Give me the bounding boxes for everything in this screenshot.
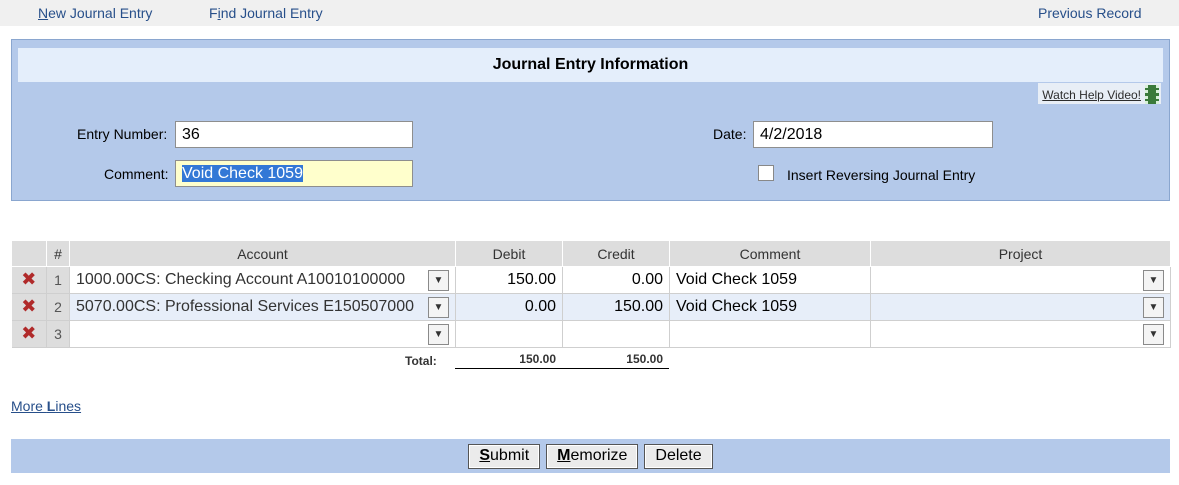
delete-line-button[interactable]: ✖ bbox=[11, 266, 47, 294]
total-credit: 150.00 bbox=[562, 352, 669, 369]
date-field[interactable]: 4/2/2018 bbox=[753, 121, 993, 148]
credit-cell[interactable]: 150.00 bbox=[562, 293, 670, 321]
entry-number-label: Entry Number: bbox=[77, 126, 168, 142]
total-label: Total: bbox=[405, 354, 437, 368]
debit-col-header: Debit bbox=[455, 240, 563, 267]
comment-label: Comment: bbox=[104, 166, 169, 182]
help-video-label: Watch Help Video! bbox=[1042, 87, 1141, 102]
journal-lines-table: # Account Debit Credit Comment Project ✖… bbox=[11, 240, 1171, 348]
account-col-header: Account bbox=[69, 240, 456, 267]
delete-line-button[interactable]: ✖ bbox=[11, 293, 47, 321]
film-icon bbox=[1145, 85, 1159, 104]
entry-number-field[interactable]: 36 bbox=[175, 121, 413, 148]
debit-cell[interactable]: 0.00 bbox=[455, 293, 563, 321]
previous-record-link[interactable]: Previous Record bbox=[1038, 5, 1142, 21]
credit-cell[interactable]: 0.00 bbox=[562, 266, 670, 294]
table-row: ✖ 3 ▼ ▼ bbox=[11, 320, 1171, 348]
table-header-row: # Account Debit Credit Comment Project bbox=[11, 240, 1171, 267]
account-value: 5070.00CS: Professional Services E150507… bbox=[76, 298, 414, 315]
delete-line-button[interactable]: ✖ bbox=[11, 320, 47, 348]
new-journal-entry-link[interactable]: New Journal Entry bbox=[38, 5, 152, 21]
panel-title: Journal Entry Information bbox=[18, 48, 1163, 82]
comment-cell[interactable]: Void Check 1059 bbox=[669, 266, 871, 294]
find-journal-entry-link[interactable]: Find Journal Entry bbox=[209, 5, 323, 21]
line-number: 1 bbox=[46, 266, 70, 294]
credit-cell[interactable] bbox=[562, 320, 670, 348]
reversing-entry-label: Insert Reversing Journal Entry bbox=[787, 167, 976, 183]
reversing-entry-checkbox[interactable] bbox=[758, 165, 774, 181]
watch-help-video-link[interactable]: Watch Help Video! bbox=[1038, 83, 1161, 104]
delete-x-icon: ✖ bbox=[21, 269, 37, 289]
chevron-down-icon[interactable]: ▼ bbox=[1143, 296, 1164, 318]
chevron-down-icon[interactable]: ▼ bbox=[1143, 269, 1164, 291]
submit-button[interactable]: Submit bbox=[468, 443, 541, 469]
comment-field[interactable]: Void Check 1059 bbox=[175, 160, 413, 187]
more-lines-link[interactable]: More Lines bbox=[11, 398, 81, 414]
delete-x-icon: ✖ bbox=[21, 296, 37, 316]
journal-entry-info-panel: Journal Entry Information Watch Help Vid… bbox=[11, 39, 1170, 201]
debit-cell[interactable]: 150.00 bbox=[455, 266, 563, 294]
account-cell[interactable]: 1000.00CS: Checking Account A10010100000… bbox=[69, 266, 456, 294]
top-nav: New Journal Entry Find Journal Entry Pre… bbox=[0, 0, 1179, 26]
comment-col-header: Comment bbox=[669, 240, 871, 267]
debit-cell[interactable] bbox=[455, 320, 563, 348]
project-cell[interactable]: ▼ bbox=[870, 293, 1171, 321]
project-cell[interactable]: ▼ bbox=[870, 320, 1171, 348]
line-number: 3 bbox=[46, 320, 70, 348]
project-cell[interactable]: ▼ bbox=[870, 266, 1171, 294]
table-row: ✖ 1 1000.00CS: Checking Account A1001010… bbox=[11, 266, 1171, 294]
chevron-down-icon[interactable]: ▼ bbox=[1143, 323, 1164, 345]
chevron-down-icon[interactable]: ▼ bbox=[428, 269, 449, 291]
credit-col-header: Credit bbox=[562, 240, 670, 267]
memorize-button[interactable]: Memorize bbox=[546, 443, 639, 469]
action-bar: Submit Memorize Delete bbox=[11, 439, 1170, 473]
delete-x-icon: ✖ bbox=[21, 323, 37, 343]
num-col-header: # bbox=[46, 240, 70, 267]
line-number: 2 bbox=[46, 293, 70, 321]
chevron-down-icon[interactable]: ▼ bbox=[428, 296, 449, 318]
table-row: ✖ 2 5070.00CS: Professional Services E15… bbox=[11, 293, 1171, 321]
account-value: 1000.00CS: Checking Account A10010100000 bbox=[76, 271, 406, 288]
comment-cell[interactable] bbox=[669, 320, 871, 348]
account-cell[interactable]: 5070.00CS: Professional Services E150507… bbox=[69, 293, 456, 321]
comment-cell[interactable]: Void Check 1059 bbox=[669, 293, 871, 321]
chevron-down-icon[interactable]: ▼ bbox=[428, 323, 449, 345]
comment-selected-text: Void Check 1059 bbox=[182, 165, 303, 182]
delete-button[interactable]: Delete bbox=[644, 443, 713, 469]
date-label: Date: bbox=[713, 126, 747, 142]
total-debit: 150.00 bbox=[455, 352, 562, 369]
delete-col-header bbox=[11, 240, 47, 267]
account-cell[interactable]: ▼ bbox=[69, 320, 456, 348]
project-col-header: Project bbox=[870, 240, 1171, 267]
